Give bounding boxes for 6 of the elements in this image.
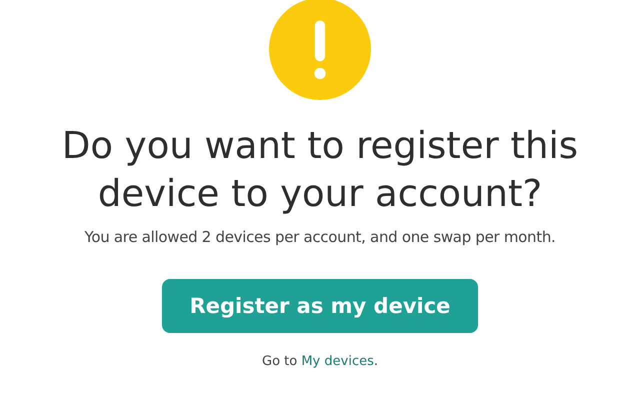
- my-devices-link[interactable]: My devices: [301, 354, 374, 369]
- footer-text: Go to My devices.: [262, 354, 378, 369]
- warning-icon: [269, 0, 371, 100]
- dialog-heading: Do you want to register this device to your account?: [60, 123, 580, 217]
- register-button[interactable]: Register as my device: [162, 279, 478, 333]
- info-text: You are allowed 2 devices per account, and one swap per month.: [84, 228, 556, 246]
